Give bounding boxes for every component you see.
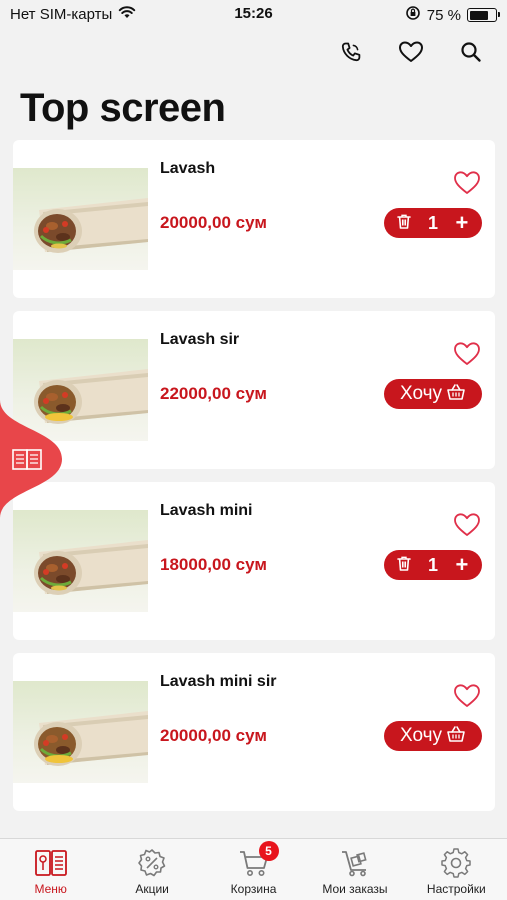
increment-button[interactable]: + [452, 554, 472, 576]
phone-button[interactable] [335, 38, 367, 70]
product-price: 22000,00 сум [160, 384, 267, 403]
nav-label: Настройки [426, 882, 486, 896]
favorite-button[interactable] [453, 170, 481, 196]
add-to-cart-label: Хочу [399, 383, 442, 404]
delivery-cart-icon [338, 847, 372, 879]
quantity-stepper: 1 + [384, 208, 482, 238]
battery-icon [467, 8, 500, 22]
nav-item-2[interactable]: Акции [101, 839, 202, 900]
increment-button[interactable]: + [452, 212, 472, 234]
status-left: Нет SIM-карты [10, 5, 136, 23]
heart-outline-icon [453, 342, 481, 371]
orientation-lock-icon [405, 5, 421, 25]
product-name: Lavash sir [160, 331, 240, 348]
nav-label: Меню [34, 882, 67, 896]
heart-outline-icon [453, 684, 481, 713]
product-image [13, 510, 148, 612]
product-name: Lavash mini [160, 502, 253, 519]
product-image [13, 681, 148, 783]
gear-icon [439, 847, 473, 879]
remove-button[interactable] [394, 555, 414, 575]
nav-item-3[interactable]: 5 Корзина [203, 839, 304, 900]
favorite-button[interactable] [453, 341, 481, 367]
status-bar: Нет SIM-карты 15:26 75 % [0, 0, 507, 30]
add-to-cart-button[interactable]: Хочу [384, 721, 482, 751]
battery-percent: 75 % [426, 6, 461, 24]
bottom-nav: Меню Акции 5 Корзина Мои заказы Настройки [0, 838, 507, 900]
basket-icon [446, 383, 466, 406]
trash-icon [395, 554, 413, 577]
menu-book-icon [34, 847, 68, 879]
status-right: 75 % [405, 5, 500, 25]
add-to-cart-label: Хочу [399, 725, 442, 746]
carrier-label: Нет SIM-карты [10, 5, 113, 23]
product-list: Lavash 20000,00 сум 1 + Lavash sir 22000,00 … [13, 140, 495, 824]
add-to-cart-button[interactable]: Хочу [384, 379, 482, 409]
nav-item-1[interactable]: Меню [0, 839, 101, 900]
battery-level [469, 10, 489, 20]
product-card[interactable]: Lavash mini sir 20000,00 сум Хочу [13, 653, 495, 811]
basket-icon [446, 725, 466, 748]
lavash-image [13, 168, 148, 270]
product-name: Lavash mini sir [160, 673, 277, 690]
product-price: 18000,00 сум [160, 555, 267, 574]
product-card[interactable]: Lavash 20000,00 сум 1 + [13, 140, 495, 298]
product-image [13, 168, 148, 270]
wifi-icon [118, 5, 136, 23]
search-icon [460, 41, 482, 68]
product-card[interactable]: Lavash sir 22000,00 сум Хочу [13, 311, 495, 469]
product-price: 20000,00 сум [160, 213, 267, 232]
page-title: Top screen [20, 86, 226, 130]
quantity-value: 1 [427, 212, 438, 233]
heart-outline-icon [453, 171, 481, 200]
header-actions [335, 38, 487, 70]
favorite-button[interactable] [453, 683, 481, 709]
quantity-stepper: 1 + [384, 550, 482, 580]
nav-label: Мои заказы [322, 882, 388, 896]
nav-label: Акции [135, 882, 169, 896]
lavash-image [13, 681, 148, 783]
product-name: Lavash [160, 160, 216, 177]
favorites-button[interactable] [395, 38, 427, 70]
cart-count-badge: 5 [258, 841, 279, 861]
phone-icon [339, 40, 363, 69]
heart-outline-icon [453, 513, 481, 542]
discount-icon [135, 847, 169, 879]
heart-icon [398, 40, 424, 69]
remove-button[interactable] [394, 213, 414, 233]
nav-item-4[interactable]: Мои заказы [304, 839, 405, 900]
search-button[interactable] [455, 38, 487, 70]
nav-label: Корзина [230, 882, 277, 896]
quantity-value: 1 [427, 554, 438, 575]
favorite-button[interactable] [453, 512, 481, 538]
trash-icon [395, 212, 413, 235]
catalog-side-tab[interactable] [0, 400, 64, 518]
product-card[interactable]: Lavash mini 18000,00 сум 1 + [13, 482, 495, 640]
cart-icon: 5 [237, 841, 279, 879]
lavash-image [13, 510, 148, 612]
nav-item-5[interactable]: Настройки [406, 839, 507, 900]
product-price: 20000,00 сум [160, 726, 267, 745]
